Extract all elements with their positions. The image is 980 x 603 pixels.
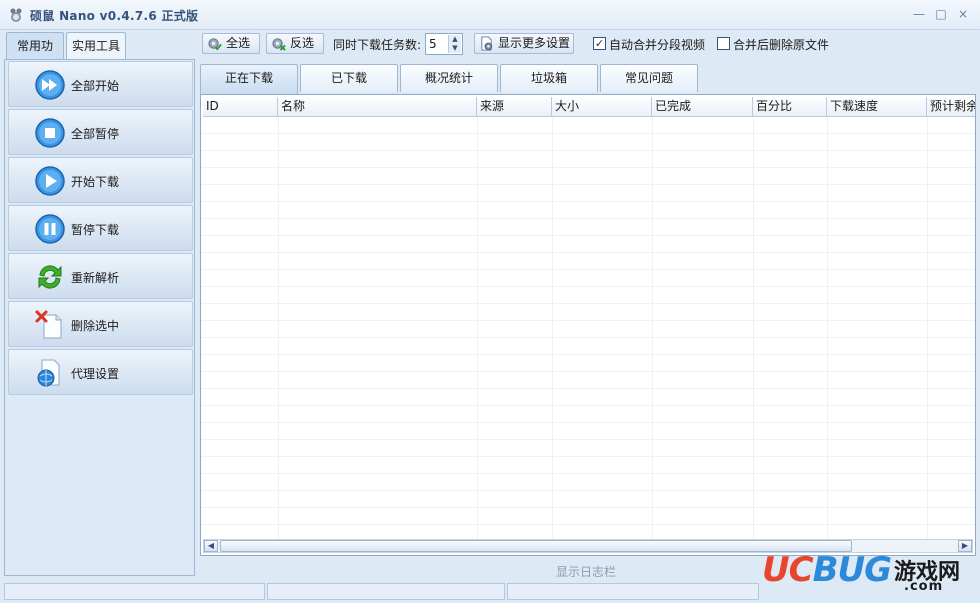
- column-header-speed[interactable]: 下载速度: [827, 97, 927, 117]
- tab-common-functions[interactable]: 常用功能: [6, 32, 64, 79]
- gear-check-icon: [208, 38, 222, 51]
- scroll-left-icon[interactable]: ◀: [204, 540, 218, 552]
- select-all-button[interactable]: 全选: [202, 33, 260, 54]
- gear-invert-icon: [272, 38, 286, 51]
- column-header-name[interactable]: 名称: [278, 97, 477, 117]
- column-divider: [927, 117, 928, 539]
- title-bar: 硕鼠 Nano v0.4.7.6 正式版 — □ ×: [0, 0, 980, 30]
- column-header-percent[interactable]: 百分比: [753, 97, 827, 117]
- proxy-settings-label: 代理设置: [71, 367, 120, 381]
- tab-downloading[interactable]: 正在下载: [200, 64, 298, 94]
- column-divider: [753, 117, 754, 539]
- spinner-down-icon[interactable]: ▼: [449, 44, 461, 53]
- column-divider: [477, 117, 478, 539]
- pause-all-label: 全部暂停: [71, 127, 120, 141]
- tab-faq[interactable]: 常见问题: [600, 64, 698, 92]
- start-all-label: 全部开始: [71, 79, 120, 93]
- pause-icon: [35, 214, 65, 244]
- auto-merge-label: 自动合并分段视频: [609, 38, 706, 52]
- grid-body-empty: [201, 117, 975, 539]
- column-divider: [652, 117, 653, 539]
- proxy-globe-icon: [37, 359, 60, 387]
- status-cell: [267, 583, 505, 600]
- reparse-button[interactable]: 重新解析: [8, 253, 193, 299]
- close-button[interactable]: ×: [954, 6, 972, 22]
- spinner-up-icon[interactable]: ▲: [449, 35, 461, 44]
- status-cell: [4, 583, 265, 600]
- ucbug-watermark-logo: UCBUG 游戏网 .com: [762, 548, 978, 598]
- mouse-app-icon: [10, 8, 22, 22]
- spinner-arrows[interactable]: ▲ ▼: [448, 35, 461, 53]
- column-divider: [278, 117, 279, 539]
- stop-icon: [35, 118, 65, 148]
- delete-selected-button[interactable]: 删除选中: [8, 301, 193, 347]
- play-icon: [35, 166, 65, 196]
- reparse-label: 重新解析: [71, 271, 120, 285]
- tab-downloaded[interactable]: 已下载: [300, 64, 398, 92]
- window-title: 硕鼠 Nano v0.4.7.6 正式版: [30, 9, 199, 23]
- column-header-completed[interactable]: 已完成: [652, 97, 753, 117]
- start-all-button[interactable]: 全部开始: [8, 61, 193, 107]
- delete-after-merge-label: 合并后删除原文件: [733, 38, 830, 52]
- scrollbar-thumb[interactable]: [220, 540, 852, 552]
- refresh-icon: [38, 265, 62, 289]
- left-function-panel: 全部开始 全部暂停 开始下载 暂停下载 重新解析 删除选中 代理设置: [4, 59, 195, 576]
- minimize-button[interactable]: —: [910, 6, 928, 22]
- invert-select-label: 反选: [290, 36, 315, 50]
- watermark-com-text: .com: [904, 579, 944, 594]
- watermark-ucbug-text: UCBUG: [762, 550, 892, 590]
- column-divider: [827, 117, 828, 539]
- concurrent-tasks-spinner[interactable]: 5 ▲ ▼: [425, 33, 463, 55]
- select-all-label: 全选: [226, 36, 251, 50]
- concurrent-tasks-value: 5: [429, 37, 437, 51]
- invert-select-button[interactable]: 反选: [266, 33, 324, 54]
- delete-file-icon: [35, 310, 62, 339]
- pause-all-button[interactable]: 全部暂停: [8, 109, 193, 155]
- more-settings-button[interactable]: 显示更多设置: [474, 33, 574, 54]
- auto-merge-checkbox[interactable]: ✓: [593, 37, 606, 50]
- double-play-icon: [35, 70, 65, 100]
- pause-download-label: 暂停下载: [71, 223, 120, 237]
- tab-trash[interactable]: 垃圾箱: [500, 64, 598, 92]
- status-cell: [507, 583, 759, 600]
- column-header-size[interactable]: 大小: [552, 97, 652, 117]
- grid-header: ID 名称 来源 大小 已完成 百分比 下载速度 预计剩余: [201, 97, 975, 117]
- maximize-button[interactable]: □: [932, 6, 950, 22]
- start-download-button[interactable]: 开始下载: [8, 157, 193, 203]
- column-header-id[interactable]: ID: [203, 97, 278, 117]
- column-header-eta[interactable]: 预计剩余: [927, 97, 975, 117]
- proxy-settings-button[interactable]: 代理设置: [8, 349, 193, 395]
- download-list-grid[interactable]: ID 名称 来源 大小 已完成 百分比 下载速度 预计剩余 ◀ ▶: [200, 94, 976, 556]
- more-settings-label: 显示更多设置: [498, 36, 571, 50]
- column-divider: [552, 117, 553, 539]
- delete-after-merge-checkbox[interactable]: [717, 37, 730, 50]
- tab-utility-tools[interactable]: 实用工具: [66, 32, 126, 59]
- settings-doc-icon: [481, 36, 493, 51]
- delete-selected-label: 删除选中: [71, 319, 120, 333]
- column-header-source[interactable]: 来源: [477, 97, 552, 117]
- show-log-bar-toggle[interactable]: 显示日志栏: [556, 563, 616, 580]
- concurrent-tasks-label: 同时下载任务数:: [333, 38, 422, 52]
- start-download-label: 开始下载: [71, 175, 120, 189]
- pause-download-button[interactable]: 暂停下载: [8, 205, 193, 251]
- tab-statistics[interactable]: 概况统计: [400, 64, 498, 92]
